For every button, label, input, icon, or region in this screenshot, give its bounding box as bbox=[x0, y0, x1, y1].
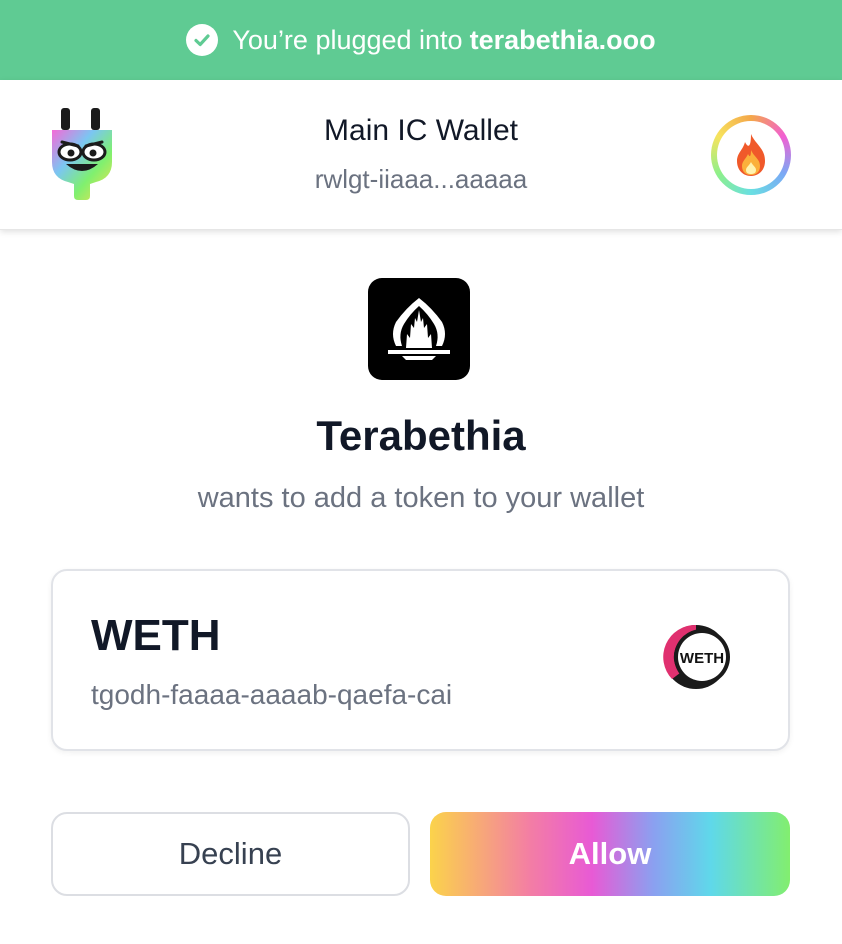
banner-text: You’re plugged into bbox=[232, 24, 463, 55]
allow-button[interactable]: Allow bbox=[430, 812, 790, 896]
profile-avatar[interactable] bbox=[711, 115, 791, 195]
weth-token-icon: WETH bbox=[663, 624, 730, 689]
fire-icon bbox=[737, 134, 765, 176]
connection-banner: You’re plugged into terabethia.ooo bbox=[0, 0, 842, 80]
check-circle-icon bbox=[186, 24, 219, 56]
token-canister-id: tgodh-faaaa-aaaab-qaefa-cai bbox=[91, 679, 453, 710]
terabethia-castle-logo bbox=[368, 278, 470, 380]
token-symbol: WETH bbox=[91, 611, 221, 660]
token-card: WETH tgodh-faaaa-aaaab-qaefa-cai WETH bbox=[51, 569, 790, 751]
decline-button[interactable]: Decline bbox=[51, 812, 410, 896]
request-description: wants to add a token to your wallet bbox=[197, 482, 645, 514]
banner-domain: terabethia.ooo bbox=[469, 24, 656, 55]
app-name: Terabethia bbox=[316, 412, 526, 459]
weth-icon-label: WETH bbox=[680, 650, 724, 667]
